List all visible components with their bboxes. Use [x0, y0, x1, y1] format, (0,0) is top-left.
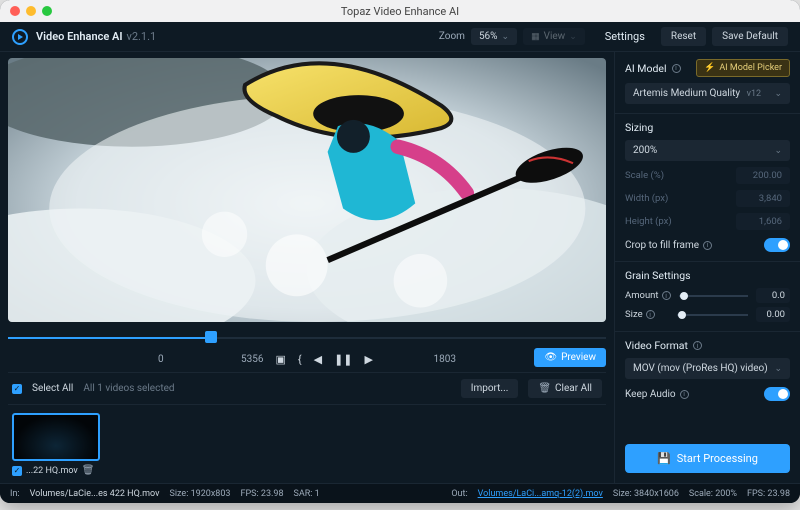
format-select[interactable]: MOV (mov (ProRes HQ) video) ⌄: [625, 358, 790, 379]
skip-back-icon[interactable]: ◀: [314, 353, 322, 366]
save-icon: 💾: [657, 452, 671, 465]
info-icon[interactable]: i: [693, 341, 702, 350]
eye-icon: 👁: [544, 352, 557, 363]
chevron-down-icon: ⌄: [774, 364, 782, 374]
crop-toggle[interactable]: [764, 238, 790, 252]
timeline-scrubber[interactable]: [8, 328, 606, 346]
window-title: Topaz Video Enhance AI: [0, 5, 800, 18]
ai-model-title: AI Model: [625, 62, 667, 75]
out-path-link[interactable]: Volumes/LaCi...amq-12(2).mov: [478, 489, 603, 499]
out-scale: Scale: 200%: [689, 489, 737, 499]
select-all-label: Select All: [32, 383, 73, 394]
settings-panel: AI Model i ⚡ AI Model Picker Artemis Med…: [614, 52, 800, 483]
trash-icon[interactable]: 🗑: [82, 465, 95, 476]
save-default-button[interactable]: Save Default: [712, 27, 788, 46]
video-queue: ✓ ...22 HQ.mov 🗑: [8, 405, 606, 480]
pause-icon[interactable]: ❚❚: [334, 353, 352, 366]
titlebar: Topaz Video Enhance AI: [0, 0, 800, 22]
sizing-section: Sizing 200% ⌄ Scale (%) 200.00 Width (px…: [615, 114, 800, 262]
scrubber-handle[interactable]: [205, 331, 217, 343]
in-label: In:: [10, 489, 20, 499]
grain-title: Grain Settings: [625, 269, 691, 282]
chevron-down-icon: ⌄: [502, 32, 510, 42]
queue-item-name: ...22 HQ.mov: [26, 466, 78, 476]
view-select[interactable]: ▦ View ⌄: [523, 28, 585, 45]
frame-end: 1803: [434, 354, 456, 365]
grain-size-slider[interactable]: [677, 314, 748, 316]
frame-current: 5356: [241, 354, 263, 365]
height-label: Height (px): [625, 216, 672, 227]
camera-icon[interactable]: ▣: [275, 353, 285, 366]
in-path: Volumes/LaCie...es 422 HQ.mov: [30, 489, 160, 499]
ai-model-picker-button[interactable]: ⚡ AI Model Picker: [696, 59, 790, 77]
info-icon[interactable]: i: [646, 310, 655, 319]
queue-item[interactable]: ✓ ...22 HQ.mov 🗑: [12, 413, 100, 476]
queue-bar: ✓ Select All All 1 videos selected Impor…: [8, 372, 606, 405]
queue-thumbnail: [12, 413, 100, 461]
in-sar: SAR: 1: [294, 489, 320, 499]
width-value[interactable]: 3,840: [736, 190, 790, 207]
info-icon[interactable]: i: [672, 64, 681, 73]
chevron-down-icon: ⌄: [774, 89, 782, 99]
clear-all-button[interactable]: 🗑 Clear All: [528, 379, 602, 398]
app-version: v2.1.1: [127, 30, 157, 43]
in-size: Size: 1920x803: [170, 489, 231, 499]
format-title: Video Format: [625, 339, 688, 352]
scale-value[interactable]: 200.00: [736, 167, 790, 184]
transport-controls: 0 5356 ▣ { ◀ ❚❚ ▶ 1803 👁 Preview: [8, 346, 606, 372]
info-icon[interactable]: i: [662, 291, 671, 300]
info-icon[interactable]: i: [680, 390, 689, 399]
grain-amount-slider[interactable]: [679, 295, 748, 297]
bracket-left-icon[interactable]: {: [298, 353, 302, 366]
app-logo-icon: [12, 29, 28, 45]
keep-audio-toggle[interactable]: [764, 387, 790, 401]
grain-section: Grain Settings Amounti 0.0 Sizei 0.00: [615, 262, 800, 332]
lightning-icon: ⚡: [704, 63, 715, 73]
format-section: Video Format i MOV (mov (ProRes HQ) vide…: [615, 332, 800, 410]
import-button[interactable]: Import...: [461, 379, 519, 398]
select-all-checkbox[interactable]: ✓: [12, 384, 22, 394]
trash-icon: 🗑: [538, 383, 551, 394]
chevron-down-icon: ⌄: [569, 32, 577, 42]
in-fps: FPS: 23.98: [240, 489, 283, 499]
app-name: Video Enhance AI: [36, 30, 123, 43]
ai-model-section: AI Model i ⚡ AI Model Picker Artemis Med…: [615, 52, 800, 114]
height-value[interactable]: 1,606: [736, 213, 790, 230]
zoom-label: Zoom: [439, 31, 465, 42]
video-preview[interactable]: [8, 58, 606, 322]
sizing-title: Sizing: [625, 121, 653, 134]
queue-item-checkbox[interactable]: ✓: [12, 466, 22, 476]
topbar: Video Enhance AI v2.1.1 Zoom 56% ⌄ ▦ Vie…: [0, 22, 800, 52]
grain-size-value[interactable]: 0.00: [756, 307, 790, 322]
zoom-select[interactable]: 56% ⌄: [471, 28, 517, 45]
skip-forward-icon[interactable]: ▶: [365, 353, 373, 366]
info-icon[interactable]: i: [703, 241, 712, 250]
sizing-preset-select[interactable]: 200% ⌄: [625, 140, 790, 161]
scale-label: Scale (%): [625, 170, 664, 181]
chevron-down-icon: ⌄: [774, 146, 782, 156]
crop-label: Crop to fill frame: [625, 240, 699, 251]
width-label: Width (px): [625, 193, 668, 204]
status-bar: In: Volumes/LaCie...es 422 HQ.mov Size: …: [0, 483, 800, 503]
out-size: Size: 3840x1606: [613, 489, 679, 499]
main-row: 0 5356 ▣ { ◀ ❚❚ ▶ 1803 👁 Preview ✓ Selec…: [0, 52, 800, 483]
keep-audio-label: Keep Audio: [625, 389, 676, 400]
out-fps: FPS: 23.98: [747, 489, 790, 499]
frame-start: 0: [158, 354, 164, 365]
preview-column: 0 5356 ▣ { ◀ ❚❚ ▶ 1803 👁 Preview ✓ Selec…: [0, 52, 614, 483]
preview-button[interactable]: 👁 Preview: [534, 348, 606, 367]
settings-label: Settings: [605, 30, 645, 43]
app-window: Topaz Video Enhance AI Video Enhance AI …: [0, 0, 800, 503]
view-label: View: [544, 31, 566, 42]
selected-count: All 1 videos selected: [83, 383, 174, 394]
zoom-value: 56%: [479, 31, 498, 42]
grain-amount-value[interactable]: 0.0: [756, 288, 790, 303]
out-label: Out:: [451, 489, 467, 499]
reset-button[interactable]: Reset: [661, 27, 706, 46]
ai-model-select[interactable]: Artemis Medium Quality v12 ⌄: [625, 83, 790, 104]
start-processing-button[interactable]: 💾 Start Processing: [625, 444, 790, 473]
